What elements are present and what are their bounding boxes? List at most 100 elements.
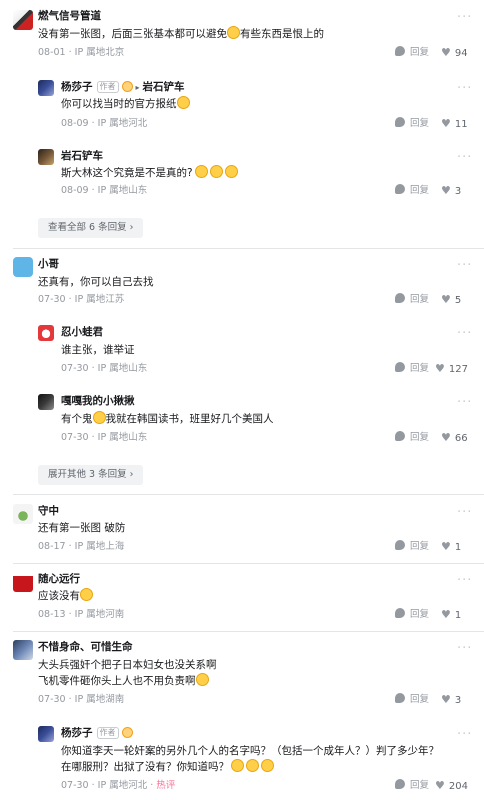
username-text[interactable]: 杨莎子 [61,727,93,739]
more-dots-icon[interactable]: ··· [457,82,472,95]
comment-meta: 08-13 · IP 属地河南 [38,608,124,622]
like-button[interactable]: ♥ 66 [441,431,468,446]
like-button[interactable]: ♥ 1 [441,540,461,555]
avatar[interactable] [13,640,33,660]
more-dots-icon[interactable]: ··· [457,642,472,655]
comment-meta: 08-01 · IP 属地北京 [38,46,124,60]
reply-label: 回复 [410,363,430,374]
more-dots-icon[interactable]: ··· [457,728,472,741]
reply-button[interactable]: 回复 [395,431,429,445]
more-dots-icon[interactable]: ··· [457,396,472,409]
date: 08-09 [61,118,89,129]
like-button[interactable]: ♥ 11 [441,117,468,132]
username[interactable]: 嘎嘎我的小揪揪 [61,394,135,408]
username[interactable]: 杨莎子 作者 [61,726,133,740]
reply-label: 回复 [410,118,430,129]
reply-label: 回复 [410,541,430,552]
date: 07-30 [61,432,89,443]
reply-bubble-icon [395,608,405,618]
avatar[interactable] [38,325,54,341]
reply-button[interactable]: 回复 [395,184,429,198]
avatar[interactable] [38,726,54,742]
reply-button[interactable]: 回复 [395,293,429,307]
comment-text: 你可以找当时的官方报纸 [61,96,190,112]
ip-location: IP 属地北京 [74,47,125,58]
comment-text: 斯大林这个究竟是不是真的? [61,165,238,181]
like-count: 1 [454,610,462,621]
comment-meta: 08-17 · IP 属地上海 [38,540,124,554]
reply-button[interactable]: 回复 [395,540,429,554]
divider [13,631,484,632]
comment-text: 没有第一张图，后面三张基本都可以避免 有些东西是恨上的 [38,26,324,42]
more-dots-icon[interactable]: ··· [457,151,472,164]
like-button[interactable]: ♥ 3 [441,693,461,708]
username[interactable]: 随心远行 [38,572,80,586]
reply-button[interactable]: 回复 [395,608,429,622]
emoji-icon [224,165,238,178]
emoji-icon [231,759,244,772]
username[interactable]: 不惜身命、可惜生命 [38,640,133,654]
comment-meta: 07-30 · IP 属地河北 · 热评 [61,779,175,793]
avatar[interactable] [13,257,33,277]
reply-label: 回复 [410,294,430,305]
heart-icon: ♥ [435,362,445,375]
reply-label: 回复 [410,609,430,620]
username[interactable]: 岩石铲车 [61,149,103,163]
heart-icon: ♥ [441,693,451,706]
date: 07-30 [61,363,89,374]
username[interactable]: 守中 [38,504,59,518]
avatar[interactable] [13,10,33,30]
like-button[interactable]: ♥ 94 [441,46,468,61]
like-button[interactable]: ♥ 5 [441,293,461,308]
reply-button[interactable]: 回复 [395,693,429,707]
more-dots-icon[interactable]: ··· [457,506,472,519]
comment-text: 还真有，你可以自己去找 [38,276,154,288]
avatar[interactable] [38,80,54,96]
dot-separator: · [88,185,98,196]
like-count: 94 [454,48,468,59]
more-dots-icon[interactable]: ··· [457,11,472,24]
reply-button[interactable]: 回复 [395,46,429,60]
reply-button[interactable]: 回复 [395,779,429,793]
username[interactable]: 杨莎子 作者 ▸ 岩石铲车 [61,80,185,95]
like-button[interactable]: ♥ 1 [441,608,461,623]
expand-replies-button[interactable]: 展开其他 3 条回复 › [38,465,144,485]
username-text[interactable]: 杨莎子 [61,81,93,93]
divider [13,563,484,564]
expand-replies-button[interactable]: 查看全部 6 条回复 › [38,218,144,238]
date: 08-17 [38,541,66,552]
like-button[interactable]: ♥ 204 [435,779,468,794]
like-button[interactable]: ♥ 3 [441,184,461,199]
like-button[interactable]: ♥ 127 [435,362,468,377]
emoji-icon [209,165,223,178]
username[interactable]: 忍小蛙君 [61,325,103,339]
heart-icon: ♥ [441,293,451,306]
dot-separator: · [65,47,75,58]
avatar[interactable] [38,394,54,410]
reply-button[interactable]: 回复 [395,362,429,376]
username[interactable]: 燃气信号管道 [38,9,101,23]
more-dots-icon[interactable]: ··· [457,574,472,587]
avatar[interactable] [13,572,33,592]
comment-meta: 08-09 · IP 属地山东 [61,184,147,198]
reply-to-user[interactable]: 岩石铲车 [143,81,185,93]
username[interactable]: 小哥 [38,257,59,271]
avatar[interactable] [13,504,33,524]
comment-text-part: 你可以找当时的官方报纸 [61,98,177,110]
dot-separator: · [65,609,75,620]
reply-bubble-icon [395,431,405,441]
more-dots-icon[interactable]: ··· [457,259,472,272]
comment-text-part: 没有第一张图，后面三张基本都可以避免 [38,28,227,40]
like-count: 204 [448,781,468,792]
comment-text-part: 我就在韩国读书，班里好几个美国人 [105,413,274,425]
reply-button[interactable]: 回复 [395,117,429,131]
emoji-icon [80,588,93,601]
reply-label: 回复 [410,47,430,58]
reply-bubble-icon [395,46,405,56]
emoji-icon [176,96,190,109]
more-dots-icon[interactable]: ··· [457,327,472,340]
avatar[interactable] [38,149,54,165]
hot-badge: 热评 [156,780,176,791]
comment-meta: 08-09 · IP 属地河北 [61,117,147,131]
comment-meta: 07-30 · IP 属地江苏 [38,293,124,307]
